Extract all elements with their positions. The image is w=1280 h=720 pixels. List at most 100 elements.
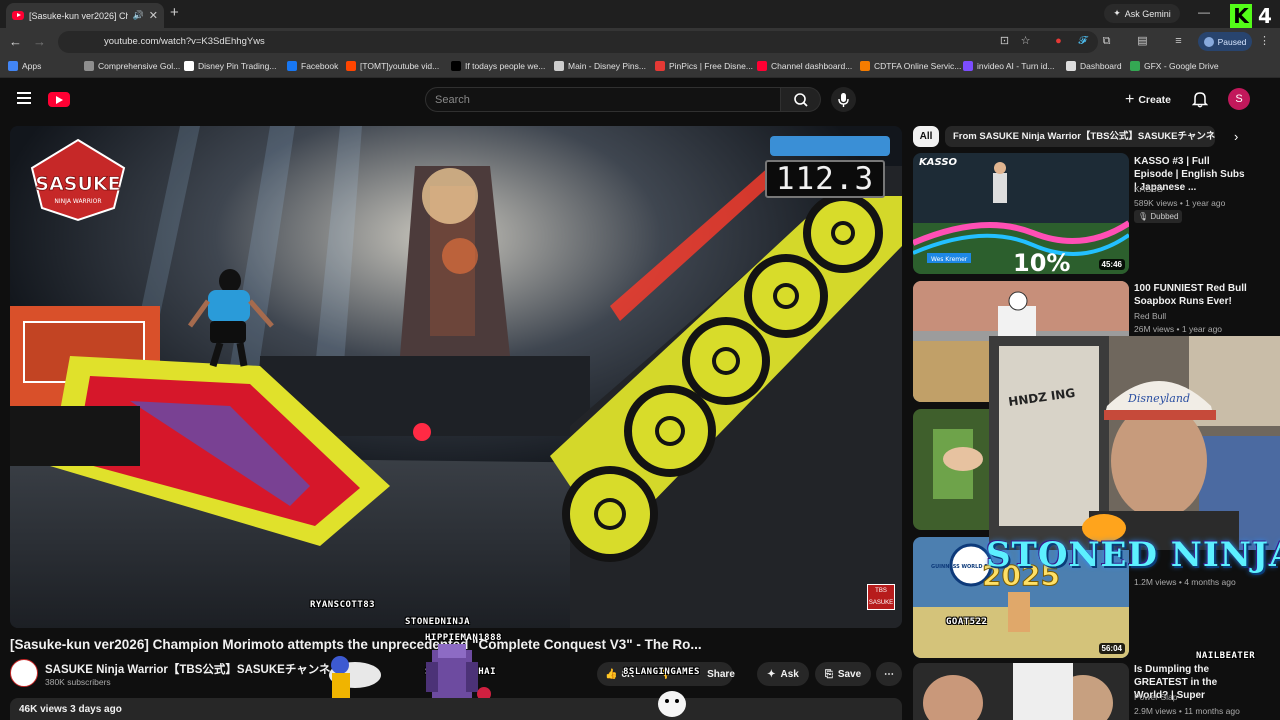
plus-icon: + xyxy=(1124,90,1135,108)
search-box[interactable] xyxy=(425,87,781,112)
related-thumbnail[interactable] xyxy=(913,663,1129,720)
bookmark-favicon-icon xyxy=(554,61,564,71)
bookmark-favicon-icon xyxy=(287,61,297,71)
extension-red-icon[interactable]: ● xyxy=(1052,35,1065,48)
bookmark-item[interactable]: Facebook xyxy=(287,61,338,71)
sasuke-badge-subtext: NINJA WARRIOR xyxy=(54,198,101,205)
sasuke-badge-text: SASUKE xyxy=(35,173,120,195)
bookmark-favicon-icon xyxy=(84,61,94,71)
video-description-box[interactable]: 46K views 3 days ago xyxy=(10,698,902,720)
thumbnail-brand-text: KASSO xyxy=(919,157,958,168)
media-control-icon[interactable]: ≡ xyxy=(1172,35,1185,48)
minimize-window-icon[interactable]: — xyxy=(1198,5,1210,19)
forward-arrow-icon[interactable]: → xyxy=(33,34,46,49)
notifications-bell-icon[interactable] xyxy=(1191,90,1209,113)
kick-icon: K xyxy=(1230,4,1252,28)
bookmark-label: PinPics | Free Disne... xyxy=(669,61,753,71)
bookmark-favicon-icon xyxy=(451,61,461,71)
filter-chip-all[interactable]: All xyxy=(913,126,939,147)
side-panel-icon[interactable]: ▤ xyxy=(1136,35,1149,48)
dubbed-icon: 🎙 xyxy=(1138,212,1149,221)
video-player[interactable]: 112.3 SASUKE NINJA WARRIOR TBS SASUKE RYA… xyxy=(10,126,902,628)
close-tab-icon[interactable]: ✕ xyxy=(149,9,158,22)
new-tab-icon[interactable]: + xyxy=(170,4,179,21)
ask-gemini-button[interactable]: ✦ Ask Gemini xyxy=(1104,4,1180,23)
chatter-name: RYANSCOTT83 xyxy=(310,600,376,610)
install-app-icon[interactable]: ⊡ xyxy=(998,35,1011,48)
related-thumbnail-image xyxy=(913,663,1129,720)
bookmark-star-icon[interactable]: ☆ xyxy=(1019,35,1032,48)
bookmark-favicon-icon xyxy=(1130,61,1140,71)
bookmarks-bar: Apps Comprehensive Gol... Disney Pin Tradi… xyxy=(0,56,1280,78)
create-label: Create xyxy=(1138,93,1172,106)
bookmark-favicon-icon xyxy=(757,61,767,71)
address-bar[interactable]: youtube.com/watch?v=K3SdEhhgYws xyxy=(58,31,1098,53)
bookmark-item[interactable]: GFX - Google Drive xyxy=(1130,61,1219,71)
profile-paused-label: Paused xyxy=(1217,36,1247,47)
bookmark-item[interactable]: PinPics | Free Disne... xyxy=(655,61,753,71)
ask-button[interactable]: ✦ Ask xyxy=(757,662,809,686)
create-button[interactable]: + Create xyxy=(1120,87,1176,112)
back-arrow-icon[interactable]: ← xyxy=(9,34,22,49)
bookmark-label: Facebook xyxy=(301,61,339,71)
bookmark-item[interactable]: Channel dashboard... xyxy=(757,61,852,71)
browser-menu-icon[interactable]: ⋮ xyxy=(1258,35,1271,48)
sasuke-timer-display: 112.3 xyxy=(765,160,885,198)
extensions-puzzle-icon[interactable]: ⧉ xyxy=(1100,35,1113,48)
related-channel-name[interactable]: Power Slap xyxy=(1134,692,1177,702)
bookmark-item[interactable]: If todays people we... xyxy=(451,61,545,71)
cap-text: Disneyland xyxy=(1127,392,1190,405)
profile-paused-button[interactable]: Paused xyxy=(1198,32,1252,51)
related-thumbnail[interactable]: 10% KASSO Wes Kremer 45:46 xyxy=(913,153,1129,274)
browser-tab[interactable]: [Sasuke-kun ver2026] Cha 🔊 ✕ xyxy=(6,3,164,28)
account-avatar[interactable]: S xyxy=(1228,88,1250,110)
bookmark-favicon-icon xyxy=(1066,61,1076,71)
bookmark-item[interactable]: CDTFA Online Servic... xyxy=(860,61,961,71)
menu-hamburger-icon[interactable] xyxy=(17,92,31,104)
bookmark-label: Dashboard xyxy=(1080,61,1122,71)
bookmark-label: CDTFA Online Servic... xyxy=(874,61,962,71)
ask-label: Ask xyxy=(780,668,799,680)
related-channel-name[interactable]: Red Bull xyxy=(1134,311,1166,321)
stoned-ninja-banner: STONED NINJA xyxy=(986,535,1280,575)
kick-overlay-logo: K 4 xyxy=(1228,2,1280,30)
share-label: Share xyxy=(707,668,735,680)
extension-blue-icon[interactable]: 𝓕 xyxy=(1076,35,1089,48)
related-channel-name[interactable]: KASSO xyxy=(1134,184,1163,194)
bookmark-item[interactable]: Dashboard xyxy=(1066,61,1122,71)
related-video-title[interactable]: 100 FUNNIEST Red Bull Soapbox Runs Ever! xyxy=(1134,282,1250,308)
bookmark-item[interactable]: Apps xyxy=(8,61,41,71)
channel-name[interactable]: SASUKE Ninja Warrior【TBS公式】SASUKEチャンネル xyxy=(45,661,342,677)
share-button[interactable]: Share xyxy=(693,662,749,686)
bookmark-favicon-icon xyxy=(346,61,356,71)
profile-avatar-icon xyxy=(1203,36,1214,47)
bookmark-item[interactable]: invideo AI - Turn id... xyxy=(963,61,1054,71)
bookmark-item[interactable]: [TOMT]youtube vid... xyxy=(346,61,439,71)
bookmark-label: Main - Disney Pins... xyxy=(568,61,646,71)
search-button[interactable] xyxy=(781,87,821,112)
microphone-icon xyxy=(838,93,849,107)
more-actions-button[interactable]: ⋯ xyxy=(876,662,902,686)
save-button[interactable]: ⎘ Save xyxy=(815,662,871,686)
bookmark-favicon-icon xyxy=(655,61,665,71)
bookmark-item[interactable]: Comprehensive Gol... xyxy=(84,61,180,71)
ask-gemini-label: Ask Gemini xyxy=(1124,8,1171,19)
voice-search-button[interactable] xyxy=(831,87,856,112)
search-input[interactable] xyxy=(426,88,780,111)
filter-chip-from-channel[interactable]: From SASUKE Ninja Warrior【TBS公式】SASUKEチャ… xyxy=(945,126,1215,147)
chevron-right-icon[interactable]: › xyxy=(1234,129,1238,144)
thumbnail-name-tag: Wes Kremer xyxy=(931,256,968,263)
bookmark-favicon-icon xyxy=(8,61,18,71)
ghost-sprite-icon xyxy=(658,691,686,717)
youtube-logo-icon[interactable] xyxy=(48,92,70,107)
bookmark-label: If todays people we... xyxy=(465,61,546,71)
related-video-meta: 26M views • 1 year ago xyxy=(1134,324,1223,334)
dubbed-badge: 🎙 Dubbed xyxy=(1134,210,1183,223)
related-video-meta: 2.9M views • 11 months ago xyxy=(1134,706,1240,716)
bookmark-label: GFX - Google Drive xyxy=(1144,61,1219,71)
speaker-icon[interactable]: 🔊 xyxy=(133,10,144,21)
bookmark-item[interactable]: Disney Pin Trading... xyxy=(184,61,276,71)
sparkle-icon: ✦ xyxy=(767,668,776,680)
bookmark-item[interactable]: Main - Disney Pins... xyxy=(554,61,646,71)
channel-avatar[interactable] xyxy=(10,659,38,687)
